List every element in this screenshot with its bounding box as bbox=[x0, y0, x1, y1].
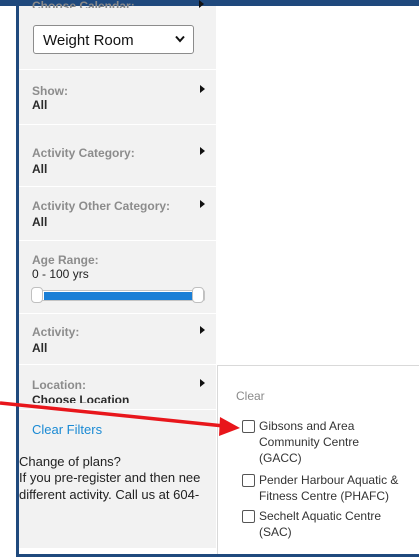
activity-filter-label[interactable]: Activity: bbox=[32, 325, 79, 339]
sac-checkbox[interactable] bbox=[242, 510, 255, 523]
age-range-label: Age Range: bbox=[32, 253, 99, 267]
gacc-checkbox[interactable] bbox=[242, 420, 255, 433]
option-label-line: (GACC) bbox=[259, 451, 302, 465]
option-label-line: Community Centre bbox=[259, 435, 360, 449]
option-label-line: Sechelt Aquatic Centre bbox=[259, 509, 382, 523]
divider bbox=[19, 186, 216, 187]
chevron-down-icon bbox=[175, 35, 185, 43]
sac-option-label[interactable]: Sechelt Aquatic Centre (SAC) bbox=[259, 508, 409, 540]
activity-category-expand-arrow-icon[interactable] bbox=[200, 147, 205, 155]
change-of-plans-text-line2: different activity. Call us at 604- bbox=[19, 487, 200, 502]
phafc-option-label[interactable]: Pender Harbour Aquatic & Fitness Centre … bbox=[259, 472, 409, 504]
activity-filter-value: All bbox=[32, 341, 48, 355]
activity-other-category-filter-label[interactable]: Activity Other Category: bbox=[32, 199, 170, 213]
age-range-min-handle[interactable] bbox=[31, 287, 43, 303]
change-of-plans-heading: Change of plans? bbox=[19, 454, 121, 469]
activity-category-filter-value: All bbox=[32, 162, 48, 176]
divider bbox=[19, 313, 216, 314]
change-of-plans-text-line1: If you pre-register and then nee bbox=[19, 470, 201, 485]
show-expand-arrow-icon[interactable] bbox=[200, 85, 205, 93]
location-filter-label[interactable]: Location: bbox=[32, 378, 86, 392]
clear-filters-link[interactable]: Clear Filters bbox=[32, 422, 102, 437]
activity-expand-arrow-icon[interactable] bbox=[200, 326, 205, 334]
divider bbox=[19, 69, 216, 70]
age-range-slider-fill bbox=[44, 292, 193, 300]
divider bbox=[19, 409, 216, 410]
divider bbox=[19, 240, 216, 241]
choose-calendar-label: Choose Calendar: bbox=[32, 0, 135, 8]
activity-other-category-expand-arrow-icon[interactable] bbox=[200, 200, 205, 208]
show-filter-label[interactable]: Show: bbox=[32, 84, 68, 98]
show-filter-value: All bbox=[32, 98, 48, 112]
location-expand-arrow-icon[interactable] bbox=[200, 379, 205, 387]
age-range-max-handle[interactable] bbox=[192, 287, 204, 303]
divider bbox=[19, 124, 216, 125]
choose-calendar-arrow-icon bbox=[199, 0, 204, 8]
option-label-line: Pender Harbour Aquatic & bbox=[259, 473, 399, 487]
age-range-value: 0 - 100 yrs bbox=[32, 267, 89, 281]
location-clear-link[interactable]: Clear bbox=[236, 389, 265, 403]
calendar-select-value: Weight Room bbox=[43, 32, 134, 49]
location-filter-value: Choose Location bbox=[32, 393, 130, 403]
gacc-option-label[interactable]: Gibsons and Area Community Centre (GACC) bbox=[259, 418, 409, 466]
activity-category-filter-label[interactable]: Activity Category: bbox=[32, 146, 135, 160]
activity-other-category-filter-value: All bbox=[32, 215, 48, 229]
phafc-checkbox[interactable] bbox=[242, 474, 255, 487]
option-label-line: Gibsons and Area bbox=[259, 419, 355, 433]
option-label-line: (SAC) bbox=[259, 525, 292, 539]
option-label-line: Fitness Centre (PHAFC) bbox=[259, 489, 390, 503]
calendar-select[interactable]: Weight Room bbox=[33, 25, 194, 54]
